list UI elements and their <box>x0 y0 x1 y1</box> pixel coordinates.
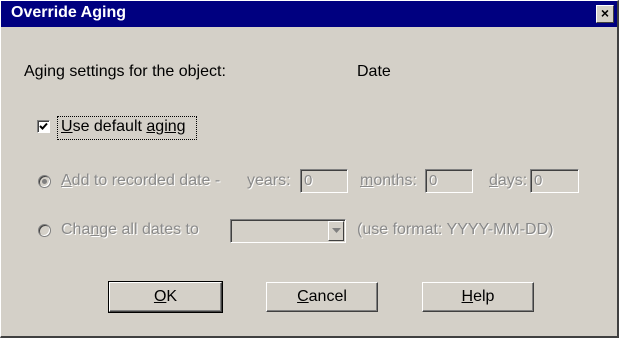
change-all-dates-radio[interactable] <box>38 224 51 237</box>
help-button-label: Help <box>461 288 495 305</box>
add-to-recorded-date-radio[interactable] <box>38 175 51 188</box>
ok-button[interactable]: OK <box>108 281 223 313</box>
cancel-button-label: Cancel <box>297 288 347 305</box>
help-button[interactable]: Help <box>422 282 534 312</box>
add-to-recorded-date-label[interactable]: Add to recorded date - <box>61 172 220 190</box>
days-label: days: <box>489 172 528 189</box>
cancel-button[interactable]: Cancel <box>266 282 378 312</box>
days-input[interactable]: 0 <box>530 169 579 193</box>
months-input[interactable]: 0 <box>425 169 473 193</box>
chevron-down-icon <box>332 228 341 233</box>
dialog-title: Override Aging <box>11 4 126 21</box>
change-all-dates-label[interactable]: Change all dates to <box>61 221 199 239</box>
use-default-aging-label[interactable]: Use default aging <box>61 118 186 136</box>
object-label: Aging settings for the object: <box>24 63 226 80</box>
ok-button-label: OK <box>153 288 178 305</box>
date-combobox[interactable] <box>230 219 346 243</box>
date-dropdown-button[interactable] <box>328 221 344 241</box>
use-default-aging-checkbox[interactable] <box>37 120 50 133</box>
object-value: Date <box>357 63 391 80</box>
months-label: months: <box>360 172 417 189</box>
override-aging-dialog: Override Aging × Aging settings for the … <box>0 0 619 338</box>
date-format-hint: (use format: YYYY-MM-DD) <box>357 221 554 238</box>
close-icon: × <box>600 5 610 21</box>
close-button[interactable]: × <box>596 5 614 23</box>
checkmark-icon <box>39 122 48 130</box>
radio-selected-dot <box>42 179 47 184</box>
title-bar[interactable]: Override Aging × <box>1 1 617 27</box>
years-input[interactable]: 0 <box>300 169 348 193</box>
years-label: years: <box>247 172 291 189</box>
